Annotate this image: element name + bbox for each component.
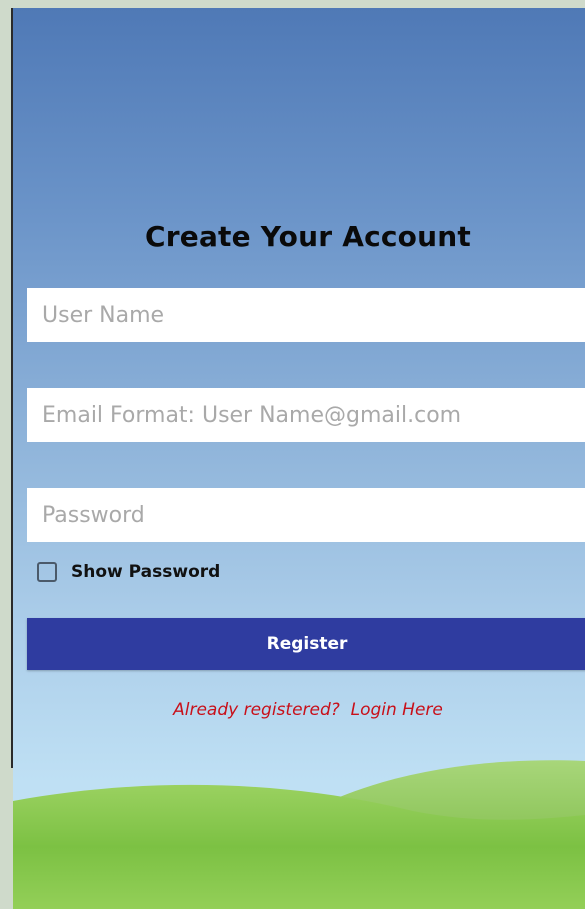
email-input[interactable] (27, 388, 585, 442)
register-button[interactable]: Register (27, 618, 585, 670)
app-frame: Create Your Account Show Password Regist… (0, 0, 585, 909)
password-input[interactable] (27, 488, 585, 542)
show-password-checkbox[interactable] (37, 562, 57, 582)
username-input[interactable] (27, 288, 585, 342)
login-link[interactable]: Already registered? Login Here (13, 700, 585, 720)
registration-screen: Create Your Account Show Password Regist… (13, 8, 585, 909)
page-title: Create Your Account (145, 220, 471, 253)
show-password-label: Show Password (71, 562, 221, 582)
hills-illustration (13, 760, 585, 909)
show-password-toggle[interactable]: Show Password (37, 560, 220, 584)
